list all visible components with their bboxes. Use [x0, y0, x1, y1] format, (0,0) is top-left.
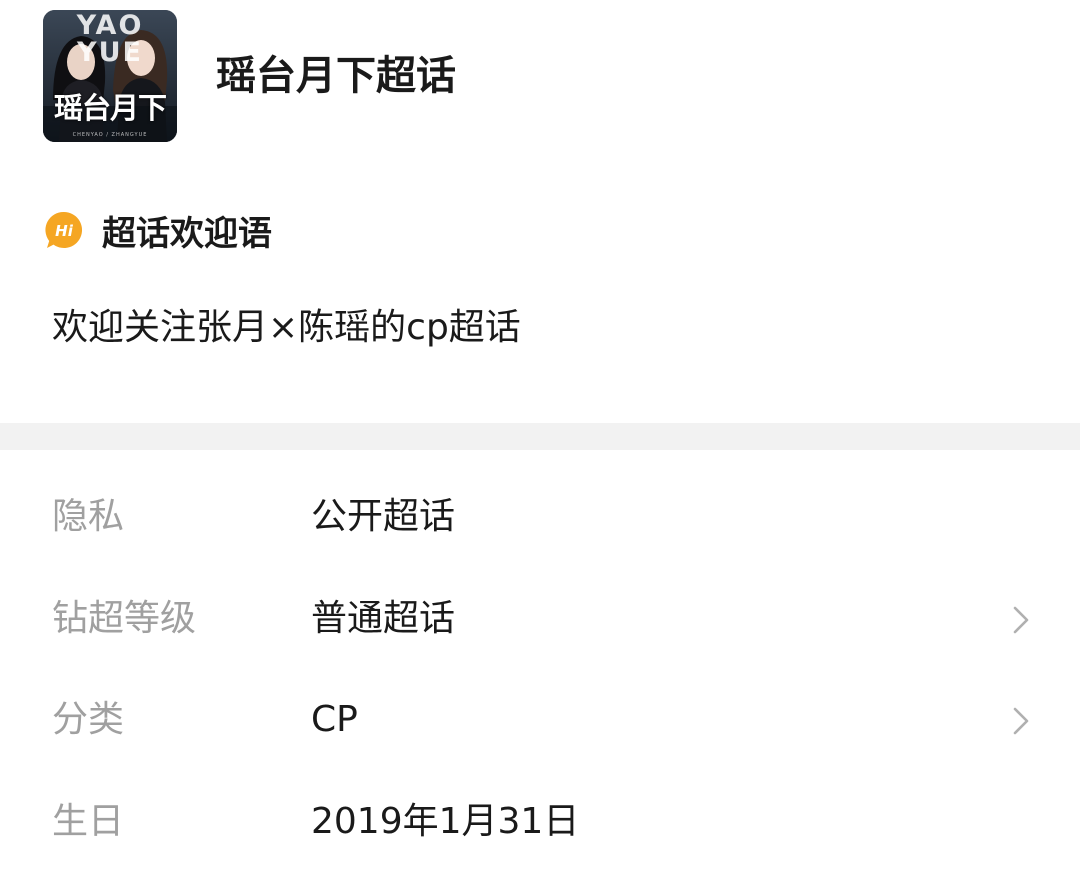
- topic-title: 瑶台月下超话: [216, 53, 456, 99]
- welcome-title: 超话欢迎语: [102, 213, 272, 254]
- topic-header: YAO YUE 瑶台月下 CHENYAO / ZHANGYUE 瑶台月下超话: [0, 0, 1080, 160]
- info-row-birthday: 生日 2019年1月31日: [0, 792, 1080, 852]
- welcome-message: 欢迎关注张月×陈瑶的cp超话: [52, 307, 521, 348]
- info-label-privacy: 隐私: [52, 496, 125, 537]
- topic-cover-image[interactable]: YAO YUE 瑶台月下 CHENYAO / ZHANGYUE: [43, 10, 177, 142]
- info-value-category: CP: [311, 699, 358, 740]
- cover-credit: CHENYAO / ZHANGYUE: [72, 132, 148, 138]
- info-row-privacy: 隐私 公开超话: [0, 487, 1080, 547]
- info-value-birthday: 2019年1月31日: [311, 801, 580, 842]
- hi-chat-bubble-icon: Hi: [45, 211, 83, 248]
- cover-illustration: [43, 10, 177, 142]
- chevron-right-icon[interactable]: [1012, 706, 1030, 736]
- welcome-header: Hi 超话欢迎语: [44, 205, 272, 255]
- info-row-category[interactable]: 分类 CP: [0, 690, 1080, 750]
- info-value-level: 普通超话: [311, 598, 456, 639]
- info-row-level[interactable]: 钻超等级 普通超话: [0, 589, 1080, 649]
- chevron-right-icon[interactable]: [1012, 605, 1030, 635]
- hi-icon-text: Hi: [55, 222, 74, 240]
- info-label-level: 钻超等级: [52, 598, 197, 639]
- section-divider: [0, 423, 1080, 450]
- info-label-category: 分类: [52, 699, 125, 740]
- info-value-privacy: 公开超话: [311, 496, 456, 537]
- info-label-birthday: 生日: [52, 801, 125, 842]
